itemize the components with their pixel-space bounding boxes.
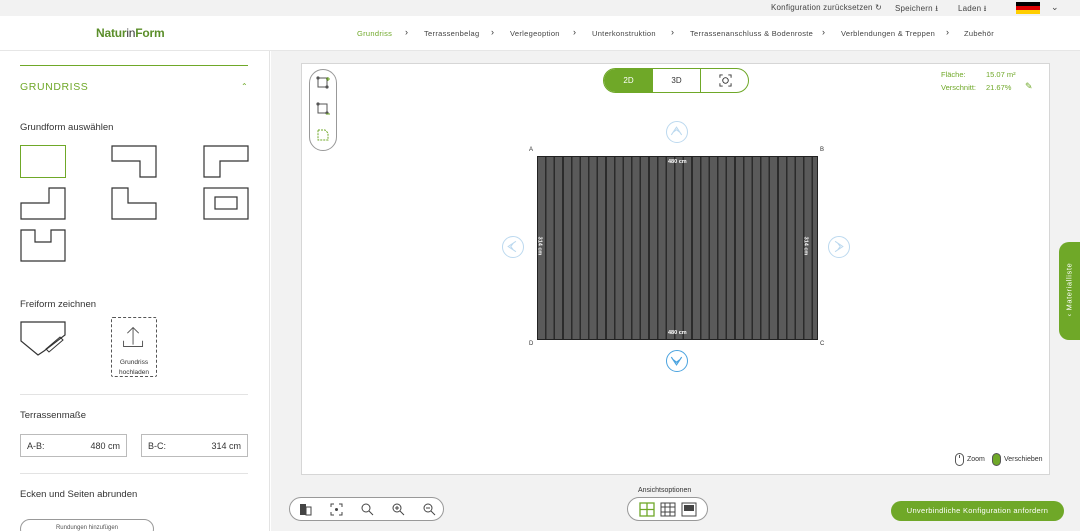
mouse-move-icon (992, 453, 1001, 466)
house-side-top-icon[interactable] (666, 121, 688, 143)
nav-zubehoer[interactable]: Zubehör (964, 29, 994, 38)
zoom-reset-icon[interactable] (361, 503, 374, 516)
nav-chevron-icon: › (946, 27, 949, 37)
de-flag-icon[interactable] (1016, 2, 1040, 14)
upload-label: Grundriss hochladen (119, 359, 149, 376)
round-label: Ecken und Seiten abrunden (20, 489, 138, 500)
view-toggle: 2D 3D (603, 68, 749, 93)
shape-l-top[interactable] (111, 145, 157, 178)
grundform-label: Grundform auswählen (20, 122, 114, 133)
dim-bottom: 480 cm (668, 330, 687, 336)
mouse-zoom-icon (955, 453, 964, 466)
area-value: 15.07 m² (986, 70, 1016, 79)
shape-step[interactable] (20, 187, 66, 220)
chevron-up-icon[interactable]: ⌃ (241, 82, 248, 91)
nav-chevron-icon: › (405, 27, 408, 37)
dim-top: 480 cm (668, 159, 687, 165)
section-divider (20, 473, 248, 474)
corner-c: C (820, 341, 825, 347)
grid-view-icon[interactable] (639, 502, 655, 517)
house-side-left-icon[interactable] (502, 236, 524, 258)
edit-pencil-icon[interactable]: ✎ (1025, 81, 1033, 92)
material-list-tab[interactable]: ‹ Materialliste (1059, 242, 1080, 340)
layers-icon[interactable] (299, 503, 312, 516)
nav-chevron-icon: › (671, 27, 674, 37)
shape-l-corner[interactable] (203, 145, 249, 178)
nav-terrassenbelag[interactable]: Terrassenbelag (424, 29, 479, 38)
house-side-right-icon[interactable] (828, 236, 850, 258)
add-point-icon[interactable] (316, 76, 330, 90)
nav-chevron-icon: › (573, 27, 576, 37)
dim-left: 314 cm (536, 236, 543, 256)
nav-verlegeoption[interactable]: Verlegeoption (510, 29, 560, 38)
plan-canvas[interactable]: 2D 3D Fläche: 15.07 m² Verschnitt: 21.67… (301, 63, 1050, 475)
zoom-out-icon[interactable] (423, 503, 436, 516)
shape-l-bottom[interactable] (111, 187, 157, 220)
shape-u[interactable] (20, 229, 66, 262)
dim-right: 314 cm (802, 236, 809, 256)
material-list-label: Materialliste (1064, 262, 1074, 311)
upload-icon (123, 326, 144, 347)
ar-camera-icon (718, 74, 732, 87)
section-title-grundriss[interactable]: GRUNDRISS (20, 81, 88, 93)
terrace-deck[interactable]: 480 cm 480 cm 314 cm 314 cm (536, 156, 818, 340)
ar-view-button[interactable] (701, 69, 748, 92)
load-link[interactable]: Laden ⭳ (958, 3, 987, 17)
config-sidebar: GRUNDRISS ⌃ Grundform auswählen Freiform… (0, 51, 270, 531)
reset-config-link[interactable]: Konfiguration zurücksetzen ↻ (771, 3, 882, 12)
view-3d-button[interactable]: 3D (653, 69, 701, 92)
main-header: NaturinForm Grundriss › Terrassenbelag ›… (0, 16, 1080, 51)
zoom-in-icon[interactable] (392, 503, 405, 516)
top-utility-bar: Konfiguration zurücksetzen ↻ Speichern ⭳… (0, 0, 1080, 16)
nav-unterkonstruktion[interactable]: Unterkonstruktion (592, 29, 656, 38)
bc-input[interactable]: B-C: 314 cm (141, 434, 248, 457)
remove-point-icon[interactable] (316, 102, 330, 116)
brand-logo[interactable]: NaturinForm (96, 26, 165, 40)
edit-toolbar (309, 69, 337, 151)
shape-frame[interactable] (203, 187, 249, 220)
fit-view-icon[interactable] (330, 503, 343, 516)
corner-b: B (820, 147, 825, 153)
nav-terrassenanschluss[interactable]: Terrassenanschluss & Bodenroste (690, 29, 813, 38)
view-2d-button[interactable]: 2D (604, 69, 653, 92)
freeform-draw-icon[interactable] (20, 321, 66, 357)
main-area: 2D 3D Fläche: 15.07 m² Verschnitt: 21.67… (271, 51, 1080, 531)
shape-edit-icon[interactable] (316, 128, 330, 142)
upload-grundriss-button[interactable]: Grundriss hochladen (111, 317, 157, 377)
house-side-bottom-icon[interactable] (666, 350, 688, 372)
boards-view-icon[interactable] (681, 502, 697, 517)
corner-d: D (529, 341, 534, 347)
nav-chevron-icon: › (491, 27, 494, 37)
masse-label: Terrassenmaße (20, 410, 86, 421)
ab-input[interactable]: A-B: 480 cm (20, 434, 127, 457)
substructure-view-icon[interactable] (660, 502, 676, 517)
shape-rectangle[interactable] (20, 145, 66, 178)
canvas-toolbar (289, 497, 444, 521)
nav-verblendungen[interactable]: Verblendungen & Treppen (841, 29, 935, 38)
chevron-down-icon[interactable]: ⌄ (1051, 2, 1059, 13)
section-divider (20, 65, 248, 66)
cut-value: 21.67% (986, 83, 1012, 92)
add-rounding-button[interactable]: Rundungen hinzufügen (20, 519, 154, 531)
request-config-button[interactable]: Unverbindliche Konfiguration anfordern (891, 501, 1064, 521)
view-options (627, 497, 708, 521)
corner-a: A (529, 147, 534, 153)
chevron-left-icon: ‹ (1064, 310, 1074, 317)
section-divider (20, 394, 248, 395)
nav-chevron-icon: › (822, 27, 825, 37)
save-link[interactable]: Speichern ⭳ (895, 3, 938, 17)
nav-grundriss[interactable]: Grundriss (357, 29, 392, 38)
ansicht-label: Ansichtsoptionen (638, 487, 692, 494)
zoom-legend: Zoom (967, 456, 985, 463)
cut-label: Verschnitt: (941, 83, 977, 92)
move-legend: Verschieben (1004, 456, 1043, 463)
freiform-label: Freiform zeichnen (20, 299, 97, 310)
area-label: Fläche: (941, 70, 966, 79)
